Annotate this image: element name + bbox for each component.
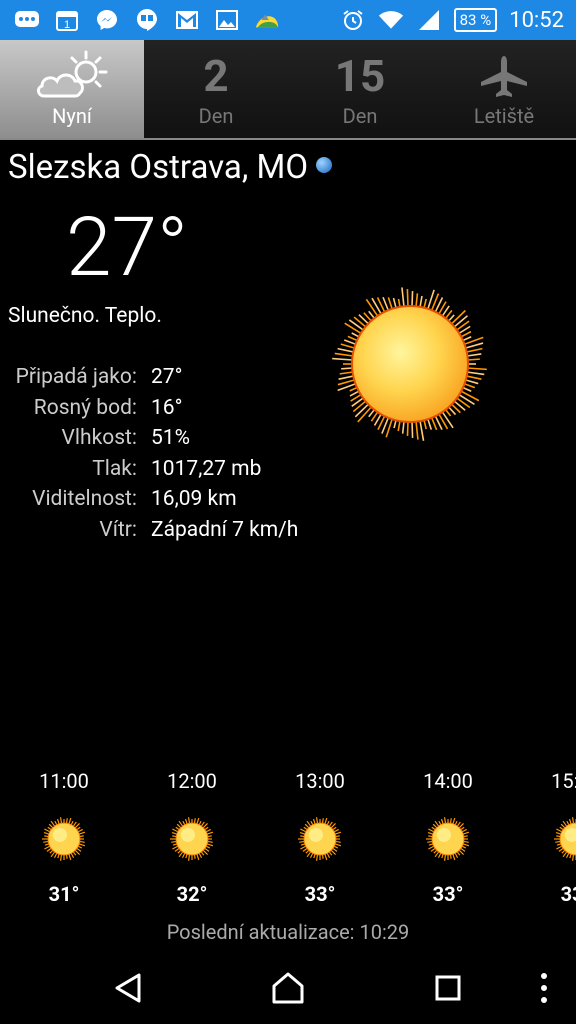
navigation-bar — [0, 952, 576, 1024]
home-icon — [272, 972, 304, 1004]
hour-temp: 33° — [304, 882, 336, 906]
sun-icon — [147, 796, 237, 882]
tab-15-day-number: 15 — [334, 50, 386, 102]
back-button[interactable] — [108, 970, 148, 1006]
detail-row: Vlhkost: 51% — [8, 423, 298, 454]
detail-value: 16,09 km — [151, 487, 237, 512]
detail-label: Tlak: — [92, 456, 137, 481]
tab-2-day-label: Den — [198, 104, 234, 128]
tab-bar: Nyní 2 Den 15 Den Letiště — [0, 40, 576, 140]
back-icon — [115, 973, 141, 1003]
more-vert-icon — [541, 973, 547, 1003]
calendar-icon: 1 — [54, 8, 80, 32]
hourly-item: 13:00 33° — [275, 766, 365, 906]
gmail-icon — [174, 8, 200, 32]
messenger-icon — [94, 8, 120, 32]
detail-value: 16° — [151, 395, 183, 420]
tab-airport-label: Letiště — [473, 104, 535, 128]
sun-icon — [403, 796, 493, 882]
hourly-item: 14:00 33° — [403, 766, 493, 906]
battery-level: 83 % — [459, 11, 492, 29]
hourly-forecast[interactable]: 11:00 31° 12:00 32° 13:00 33° 14:00 33° … — [0, 766, 576, 916]
location-row: Slezska Ostrava, MO — [8, 148, 333, 187]
wifi-icon — [378, 8, 404, 32]
hour-time: 13:00 — [295, 769, 345, 793]
hour-temp: 33° — [432, 882, 464, 906]
sun-icon — [531, 796, 576, 882]
sun-icon — [326, 284, 492, 444]
weather-summary: Slunečno. Teplo. — [8, 304, 162, 328]
sun-icon — [275, 796, 365, 882]
recent-apps-icon — [435, 975, 461, 1001]
hourly-item: 12:00 32° — [147, 766, 237, 906]
weather-app-icon — [254, 8, 280, 32]
sun-icon — [19, 796, 109, 882]
hangouts-icon — [134, 8, 160, 32]
detail-label: Připadá jako: — [15, 365, 137, 390]
tab-15-day-label: Den — [342, 104, 378, 128]
detail-row: Vítr: Západní 7 km/h — [8, 515, 298, 546]
tab-now-label: Nyní — [52, 104, 92, 128]
location-name[interactable]: Slezska Ostrava, MO — [8, 148, 308, 187]
image-icon — [214, 8, 240, 32]
hour-time: 15:00 — [551, 769, 576, 793]
chat-icon — [14, 8, 40, 32]
battery-indicator: 83 % — [453, 8, 498, 32]
hourly-item: 11:00 31° — [19, 766, 109, 906]
detail-label: Vlhkost: — [61, 426, 137, 451]
detail-label: Rosný bod: — [33, 395, 137, 420]
detail-value: 1017,27 mb — [151, 456, 262, 481]
detail-row: Připadá jako: 27° — [8, 362, 298, 393]
tab-2-day-number: 2 — [203, 50, 229, 102]
hour-time: 14:00 — [423, 769, 473, 793]
recent-apps-button[interactable] — [428, 970, 468, 1006]
overflow-menu-button[interactable] — [524, 970, 564, 1006]
detail-value: Západní 7 km/h — [151, 517, 299, 542]
status-bar: 1 83 % 10:52 — [0, 0, 576, 40]
hour-time: 12:00 — [167, 769, 217, 793]
hour-time: 11:00 — [39, 769, 89, 793]
hour-temp: 33° — [560, 882, 576, 906]
detail-value: 27° — [151, 365, 183, 390]
weather-details: Připadá jako: 27° Rosný bod: 16° Vlhkost: 5… — [8, 362, 299, 546]
current-temperature: 27° — [66, 200, 188, 296]
detail-label: Viditelnost: — [32, 487, 137, 512]
detail-row: Rosný bod: 16° — [8, 393, 298, 424]
status-clock: 10:52 — [509, 7, 564, 33]
detail-row: Viditelnost: 16,09 km — [8, 484, 298, 515]
location-status-dot — [316, 156, 333, 173]
tab-airport[interactable]: Letiště — [432, 40, 576, 138]
hour-temp: 32° — [176, 882, 208, 906]
last-update: Poslední aktualizace: 10:29 — [166, 920, 410, 944]
svg-text:1: 1 — [64, 19, 70, 31]
airplane-icon — [478, 50, 530, 102]
detail-label: Vítr: — [99, 517, 137, 542]
detail-value: 51% — [151, 426, 190, 451]
tab-now[interactable]: Nyní — [0, 40, 144, 138]
tab-15-day[interactable]: 15 Den — [288, 40, 432, 138]
tab-2-day[interactable]: 2 Den — [144, 40, 288, 138]
hourly-item: 15:00 33° — [531, 766, 576, 906]
alarm-icon — [340, 8, 366, 32]
signal-icon — [416, 8, 442, 32]
home-button[interactable] — [268, 970, 308, 1006]
detail-row: Tlak: 1017,27 mb — [8, 454, 298, 485]
partly-cloudy-sun-icon — [34, 50, 110, 102]
hour-temp: 31° — [48, 882, 80, 906]
